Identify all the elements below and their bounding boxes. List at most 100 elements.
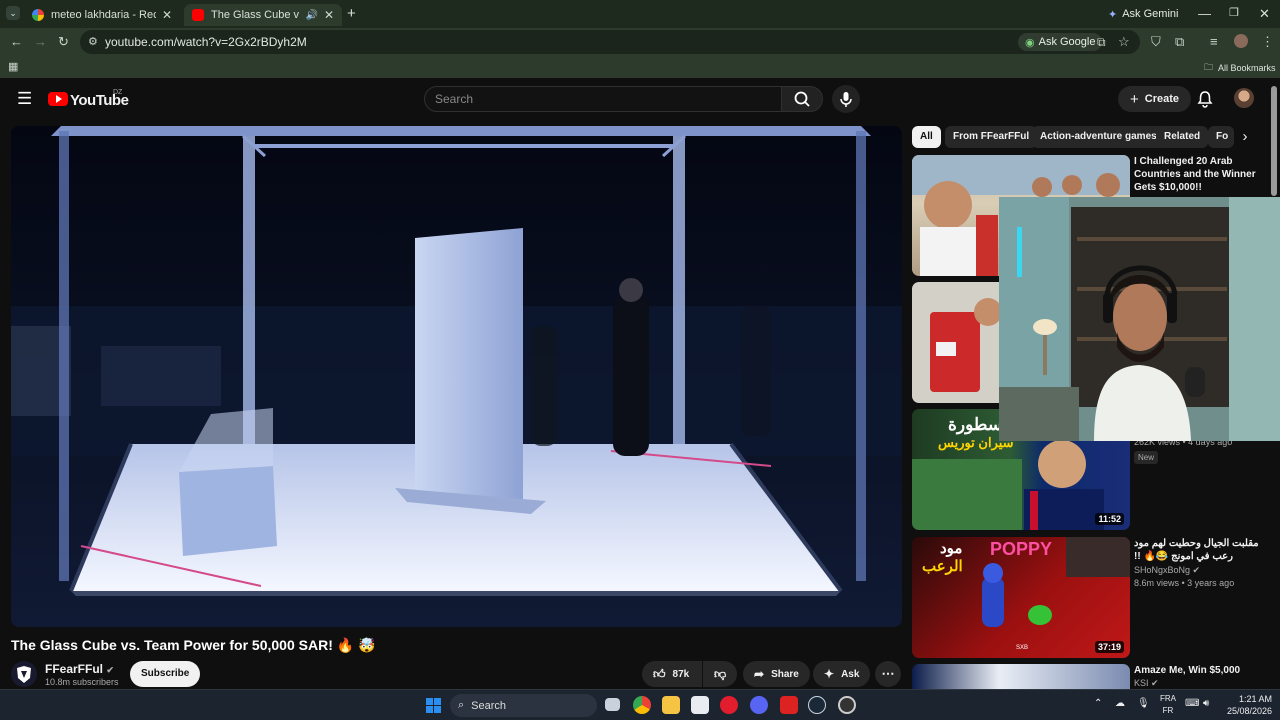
page-scrollbar[interactable] xyxy=(1271,86,1277,196)
channel-name-text: SHoNgxBoNg xyxy=(1134,565,1191,575)
profile-avatar[interactable] xyxy=(1234,34,1248,48)
chip-action-adventure[interactable]: Action-adventure games xyxy=(1032,126,1165,148)
install-app-icon[interactable]: ⧉ xyxy=(1097,35,1106,50)
ask-gemini-label: Ask Gemini xyxy=(1122,8,1179,20)
ask-google-button[interactable]: ◉ Ask Google xyxy=(1018,33,1103,51)
video-duration: 11:52 xyxy=(1095,513,1124,525)
recommended-title[interactable]: I Challenged 20 Arab Countries and the W… xyxy=(1134,155,1270,194)
app-icon[interactable] xyxy=(780,696,798,714)
chip-from-channel[interactable]: From FFearFFul xyxy=(945,126,1038,148)
restore-icon[interactable]: ❐ xyxy=(1229,6,1239,19)
windows-taskbar: ⌕ Search ⌃ ☁ 🎙︎ FRA FR ⌨ 🔊︎ 1:21 AM 25/0… xyxy=(0,689,1280,720)
speaker-icon[interactable]: 🔊 xyxy=(305,10,317,21)
tab-search-icon[interactable]: ⌄ xyxy=(6,6,20,20)
webcam-feed xyxy=(999,197,1280,441)
recommended-channel[interactable]: KSI ✔ xyxy=(1134,678,1159,689)
address-bar[interactable]: ⚙ youtube.com/watch?v=2Gx2rBDyh2M ◉ Ask … xyxy=(80,30,1140,54)
volume-icon[interactable]: 🔊︎ xyxy=(1203,698,1209,709)
hamburger-menu-icon[interactable]: ☰ xyxy=(17,89,32,109)
recommended-thumbnail[interactable]: مود الرعب POPPY SXB 37:19 xyxy=(912,537,1130,658)
channel-logo-icon xyxy=(17,666,31,683)
ask-button[interactable]: ✦ Ask xyxy=(813,661,871,687)
search-button[interactable] xyxy=(781,86,823,112)
file-explorer-icon[interactable] xyxy=(662,696,680,714)
task-view-icon[interactable] xyxy=(605,698,620,711)
recommended-thumbnail[interactable] xyxy=(912,664,1130,689)
subscribe-button[interactable]: Subscribe xyxy=(130,661,201,687)
video-frame xyxy=(11,126,902,627)
extensions-icon[interactable]: ⧉ xyxy=(1175,35,1184,49)
recommended-title[interactable]: مقلبت الجيال وحطيت لهم مود رعب في امونج … xyxy=(1134,537,1270,563)
tab-youtube-video[interactable]: The Glass Cube vs. Team Po 🔊 ✕ xyxy=(184,4,342,26)
like-button[interactable]: 👍︎ 87k xyxy=(642,661,702,687)
system-clock[interactable]: 1:21 AM 25/08/2026 xyxy=(1222,693,1272,717)
browser-tab-strip: ⌄ meteo lakhdaria - Recherche G ✕ The Gl… xyxy=(0,0,1280,28)
notifications-bell-icon[interactable] xyxy=(1197,90,1213,113)
close-tab-icon[interactable]: ✕ xyxy=(162,8,172,22)
recommended-title[interactable]: Amaze Me, Win $5,000 xyxy=(1134,664,1270,677)
site-info-icon[interactable]: ⚙ xyxy=(88,35,98,48)
create-button[interactable]: + Create xyxy=(1118,86,1192,112)
thumbnail-overlay-text: POPPY xyxy=(990,539,1053,559)
more-dots-icon: ⋯ xyxy=(881,666,895,681)
chrome-icon[interactable] xyxy=(633,696,651,714)
thumbnail-overlay-text: مود xyxy=(940,540,963,557)
discord-icon[interactable] xyxy=(750,696,768,714)
reading-list-icon[interactable]: ≡ xyxy=(1210,35,1218,49)
tray-overflow-icon[interactable]: ⌃ xyxy=(1094,698,1102,709)
channel-avatar[interactable] xyxy=(11,661,37,687)
thumbnail-overlay-text: الرعب xyxy=(922,558,963,575)
taskbar-search[interactable]: ⌕ Search xyxy=(450,694,597,717)
video-player[interactable] xyxy=(11,126,902,627)
ask-gemini-button[interactable]: ✦ Ask Gemini xyxy=(1108,4,1178,24)
channel-name[interactable]: FFearFFul ✔ xyxy=(45,662,114,676)
apps-grid-icon[interactable]: ▦ xyxy=(8,60,18,73)
close-tab-icon[interactable]: ✕ xyxy=(324,8,334,22)
search-input[interactable]: Search xyxy=(424,86,782,112)
chip-related[interactable]: Related xyxy=(1156,126,1209,148)
more-actions-button[interactable]: ⋯ xyxy=(875,661,901,687)
share-label: Share xyxy=(771,668,799,680)
app-icon[interactable] xyxy=(838,696,856,714)
windows-start-icon[interactable] xyxy=(426,698,441,713)
opera-icon[interactable] xyxy=(720,696,738,714)
play-triangle-icon xyxy=(56,95,62,103)
dislike-button[interactable]: 👎︎ xyxy=(703,661,737,687)
tab-title: The Glass Cube vs. Team Po xyxy=(211,9,300,21)
minimize-icon[interactable]: — xyxy=(1198,6,1211,21)
mic-tray-icon[interactable]: 🎙︎ xyxy=(1137,698,1150,709)
clock-date: 25/08/2026 xyxy=(1226,706,1272,716)
chip-all[interactable]: All xyxy=(912,126,941,148)
voice-search-button[interactable] xyxy=(832,85,860,113)
subscriber-count: 10.8m subscribers xyxy=(45,677,119,687)
input-language[interactable]: FRA FR xyxy=(1158,693,1178,717)
bookmark-star-icon[interactable]: ☆ xyxy=(1118,34,1130,50)
new-tab-button[interactable]: + xyxy=(347,5,356,22)
language-code: FRA xyxy=(1160,694,1176,703)
back-icon[interactable]: ← xyxy=(10,35,23,49)
snipping-tool-icon[interactable] xyxy=(691,696,709,714)
account-avatar[interactable] xyxy=(1234,88,1254,108)
channel-name-text: KSI xyxy=(1134,678,1149,688)
onedrive-icon[interactable]: ☁ xyxy=(1115,698,1125,709)
menu-dots-icon[interactable]: ⋮ xyxy=(1261,35,1274,49)
share-button[interactable]: ➦ Share xyxy=(743,661,810,687)
forward-icon[interactable]: → xyxy=(34,35,47,49)
recommended-channel[interactable]: SHoNgxBoNg ✔ xyxy=(1134,565,1200,576)
sparkle-icon: ✦ xyxy=(824,667,835,681)
chip-partial[interactable]: Fo xyxy=(1208,126,1234,148)
tab-google-search[interactable]: meteo lakhdaria - Recherche G ✕ xyxy=(24,4,180,26)
all-bookmarks-button[interactable]: 🗀 All Bookmarks xyxy=(1204,60,1276,76)
shield-icon[interactable]: ⛉ xyxy=(1151,35,1161,49)
verified-icon: ✔ xyxy=(1192,565,1201,575)
chevron-right-icon[interactable]: › xyxy=(1234,126,1256,148)
tab-title: meteo lakhdaria - Recherche G xyxy=(51,9,156,21)
network-icon[interactable]: ⌨ xyxy=(1185,698,1199,709)
steam-icon[interactable] xyxy=(808,696,826,714)
video-duration: 37:19 xyxy=(1094,641,1124,653)
gemini-sparkle-icon: ✦ xyxy=(1108,8,1118,21)
close-window-icon[interactable]: ✕ xyxy=(1259,6,1270,22)
video-title: The Glass Cube vs. Team Power for 50,000… xyxy=(11,637,376,653)
ask-google-label: Ask Google xyxy=(1038,36,1096,48)
reload-icon[interactable]: ↻ xyxy=(58,35,69,49)
